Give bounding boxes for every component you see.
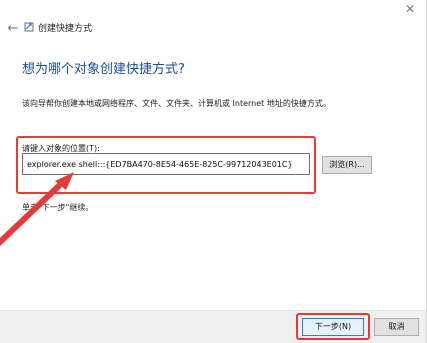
browse-button[interactable]: 浏览(R)... xyxy=(322,156,372,174)
back-arrow-icon[interactable]: ← xyxy=(6,22,20,36)
continue-instruction: 单击"下一步"继续。 xyxy=(22,203,94,212)
shortcut-wizard-icon xyxy=(24,22,34,32)
create-shortcut-window: ← 创建快捷方式 ✕ 想为哪个对象创建快捷方式? 该向导帮你创建本地或网络程序、… xyxy=(0,0,427,343)
page-heading: 想为哪个对象创建快捷方式? xyxy=(22,62,185,77)
next-button[interactable]: 下一步(N) xyxy=(302,318,364,336)
location-input[interactable] xyxy=(22,153,310,175)
wizard-topbar: ← 创建快捷方式 ✕ xyxy=(0,0,426,44)
close-icon[interactable]: ✕ xyxy=(403,2,417,16)
window-title: 创建快捷方式 xyxy=(38,24,93,34)
wizard-description: 该向导帮你创建本地或网络程序、文件、文件夹、计算机或 Internet 地址的快… xyxy=(22,99,331,108)
cancel-button[interactable]: 取消 xyxy=(374,318,419,336)
